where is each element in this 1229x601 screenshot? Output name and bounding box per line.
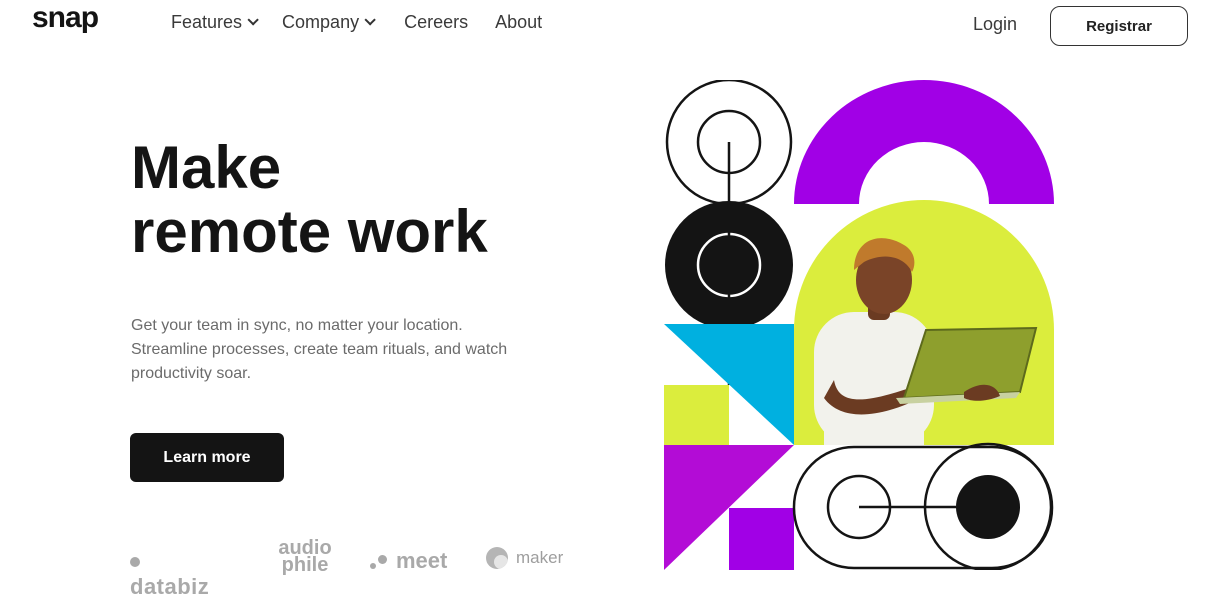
hero-illustration-svg bbox=[664, 80, 1054, 570]
yellow-square bbox=[664, 385, 729, 445]
hero-title-line: Make bbox=[131, 134, 282, 201]
chevron-down-icon bbox=[247, 14, 259, 26]
chevron-down-icon bbox=[364, 14, 376, 26]
maker-logo: maker bbox=[486, 547, 563, 569]
databiz-dot-icon bbox=[130, 557, 140, 567]
black-dot bbox=[956, 475, 1020, 539]
nav-item-label: Cereers bbox=[404, 11, 469, 32]
laptop bbox=[902, 326, 1038, 400]
nav-item-careers[interactable]: Cereers bbox=[404, 10, 468, 34]
meet-logo: meet bbox=[370, 548, 447, 574]
purple-square bbox=[729, 508, 794, 570]
nav-item-about[interactable]: About bbox=[495, 10, 542, 34]
maker-wordmark: maker bbox=[516, 548, 564, 567]
hero-description: Get your team in sync, no matter your lo… bbox=[131, 317, 508, 382]
nav-item-label: Company bbox=[282, 11, 360, 32]
databiz-wordmark: databiz bbox=[130, 574, 210, 599]
brand-logo[interactable]: snap bbox=[32, 0, 99, 36]
audiophile-wordmark-line: phile bbox=[281, 554, 329, 576]
learn-more-button[interactable]: Learn more bbox=[130, 433, 284, 482]
nav-item-features[interactable]: Features bbox=[171, 10, 259, 34]
audiophile-logo: audio phile bbox=[270, 538, 340, 576]
hero-title: Make remote work bbox=[131, 136, 488, 264]
maker-icon bbox=[486, 547, 508, 569]
main-nav: Features Company Cereers About bbox=[171, 10, 542, 34]
nav-item-company[interactable]: Company bbox=[282, 10, 376, 34]
register-button[interactable]: Registrar bbox=[1050, 6, 1188, 46]
meet-wordmark: meet bbox=[396, 548, 448, 573]
databiz-logo: databiz bbox=[130, 548, 209, 600]
hero-illustration bbox=[664, 80, 1054, 570]
meet-dots-icon bbox=[370, 550, 392, 572]
nav-item-label: About bbox=[495, 11, 543, 32]
hero-title-line: remote work bbox=[131, 198, 488, 265]
login-link[interactable]: Login bbox=[973, 14, 1017, 35]
purple-arch bbox=[794, 80, 1054, 204]
nav-item-label: Features bbox=[171, 11, 243, 32]
